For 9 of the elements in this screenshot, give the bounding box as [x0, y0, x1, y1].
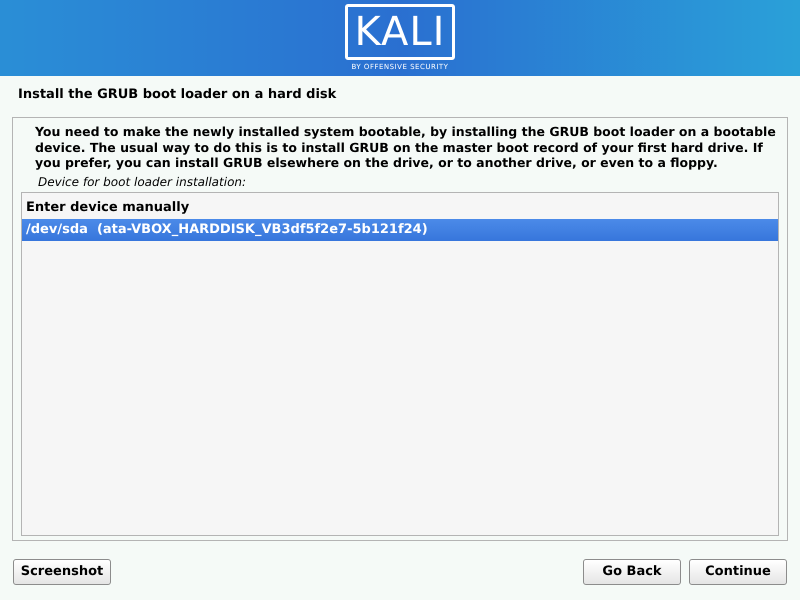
prompt-label: Device for boot loader installation: [37, 174, 248, 190]
device-item[interactable]: Enter device manually [22, 196, 778, 218]
description: You need to make the newly installed system bootable, by installing the GRUB boot loader on a bootable device. The usual way to do this is to install GRUB on the master boot record of your first hard drive. If you prefer, you can install GRUB elsewhere on the drive, or to another drive, or even to a floppy. [34, 124, 777, 170]
continue-button[interactable]: Continue [689, 559, 787, 585]
back-button[interactable]: Go Back [583, 559, 681, 585]
page-title: Install the GRUB boot loader on a hard disk [18, 87, 338, 103]
device-item[interactable]: /dev/sda (ata-VBOX_HARDDISK_VB3df5f2e7-5b121f24) [22, 218, 778, 240]
screenshot-button[interactable]: Screenshot [13, 559, 111, 585]
logo-text: KALI [354, 12, 446, 52]
